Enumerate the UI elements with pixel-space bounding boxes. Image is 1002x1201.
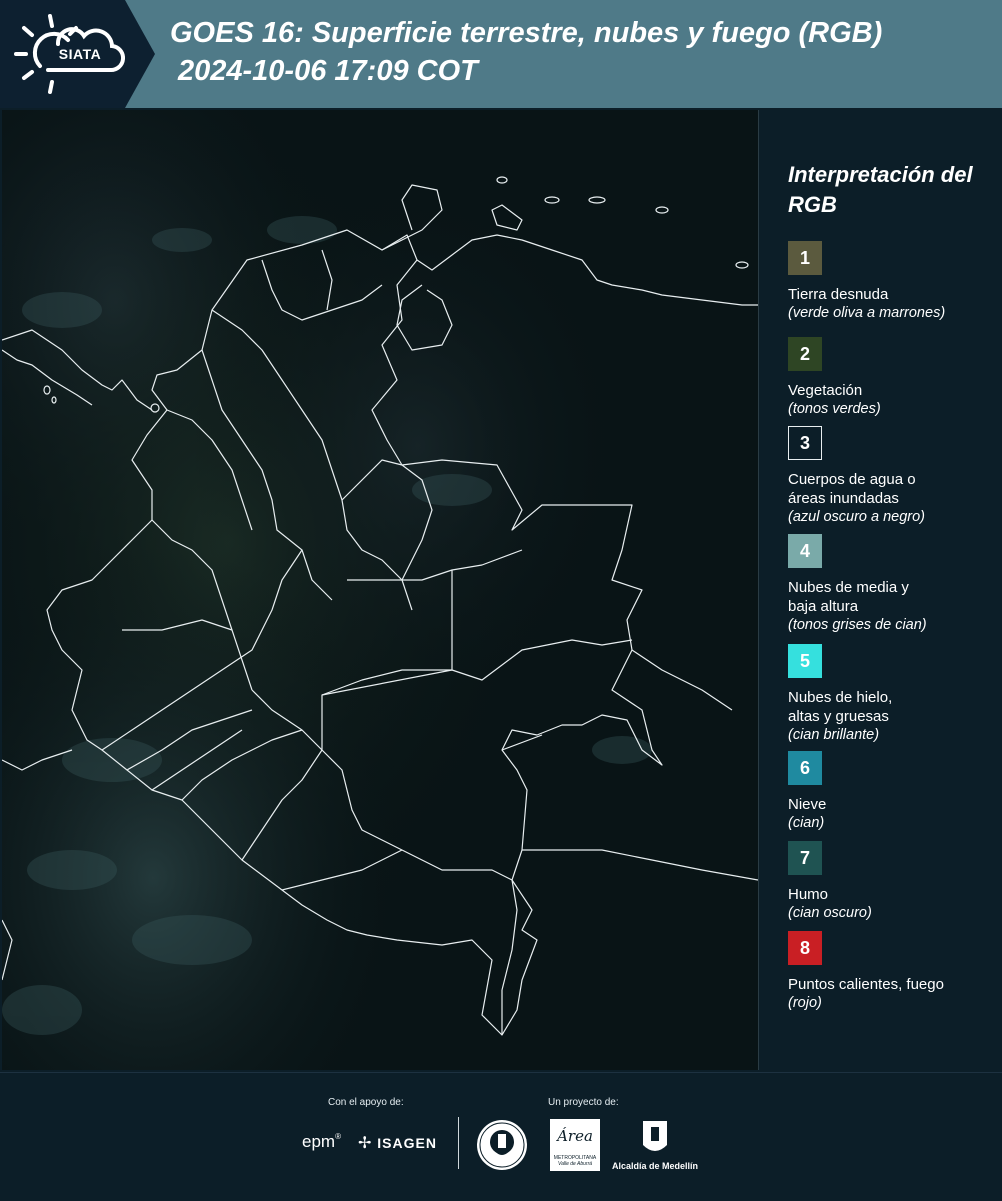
legend-label: Vegetación	[788, 382, 863, 399]
area-logo-title: Área	[557, 1127, 593, 1145]
epm-logo-text: epm	[302, 1132, 336, 1151]
legend-desc: (tonos grises de cian)	[788, 617, 927, 633]
area-logo-sub2: Valle de Aburrá	[557, 1161, 593, 1167]
isagen-star-icon: ✢	[358, 1135, 373, 1152]
legend-item-6: 6 Nieve (cian)	[788, 751, 998, 833]
legend-item-5: 5 Nubes de hielo, altas y gruesas (cian br…	[788, 644, 998, 745]
legend-swatch: 5	[788, 644, 822, 678]
siata-logo[interactable]: SIATA	[0, 0, 155, 108]
medellin-logo[interactable]: Alcaldía de Medellín	[612, 1161, 698, 1171]
legend-desc: (verde oliva a marrones)	[788, 305, 946, 321]
project-label: Un proyecto de:	[548, 1097, 619, 1108]
isagen-logo[interactable]: ✢ ISAGEN	[358, 1133, 437, 1153]
satellite-map[interactable]	[2, 110, 759, 1070]
legend-label: Puntos calientes, fuego	[788, 976, 944, 993]
title-product: GOES 16: Superficie terrestre, nubes y f…	[170, 17, 883, 49]
legend-desc: (azul oscuro a negro)	[788, 509, 926, 525]
legend-title: Interpretación del RGB	[788, 162, 973, 217]
legend-item-3: 3 Cuerpos de agua o áreas inundadas (azul …	[788, 426, 998, 527]
legend-label: Nubes de hielo, altas y gruesas	[788, 689, 893, 725]
legend-item-1: 1 Tierra desnuda (verde oliva a marrones)	[788, 241, 998, 323]
legend-label: Tierra desnuda	[788, 286, 889, 303]
title-datetime: 2024-10-06 17:09 COT	[178, 55, 478, 87]
support-label: Con el apoyo de:	[328, 1097, 404, 1108]
legend-desc: (cian oscuro)	[788, 905, 872, 921]
legend-item-7: 7 Humo (cian oscuro)	[788, 841, 998, 923]
legend-item-8: 8 Puntos calientes, fuego (rojo)	[788, 931, 998, 1013]
legend-swatch: 3	[788, 426, 822, 460]
legend-swatch: 7	[788, 841, 822, 875]
legend-desc: (cian brillante)	[788, 727, 880, 743]
header-bar: SIATA GOES 16: Superficie terrestre, nub…	[0, 0, 1002, 108]
seal-logo[interactable]	[475, 1118, 529, 1172]
legend-label: Humo	[788, 886, 829, 903]
legend-item-2: 2 Vegetación (tonos verdes)	[788, 337, 998, 419]
page-title: GOES 16: Superficie terrestre, nubes y f…	[170, 14, 882, 90]
legend-swatch: 2	[788, 337, 822, 371]
area-metropolitana-logo[interactable]: Área METROPOLITANA Valle de Aburrá	[550, 1119, 600, 1171]
legend-swatch: 4	[788, 534, 822, 568]
medellin-shield-icon	[643, 1121, 667, 1151]
isagen-logo-text: ISAGEN	[377, 1135, 437, 1151]
legend-desc: (rojo)	[788, 995, 822, 1011]
legend-desc: (tonos verdes)	[788, 401, 881, 417]
legend-swatch: 8	[788, 931, 822, 965]
legend-swatch: 1	[788, 241, 822, 275]
epm-logo[interactable]: epm®	[302, 1132, 341, 1152]
footer-sponsors: Con el apoyo de: Un proyecto de: epm® ✢ …	[0, 1072, 1002, 1201]
legend-label: Cuerpos de agua o áreas inundadas	[788, 471, 916, 507]
legend-desc: (cian)	[788, 815, 825, 831]
legend-item-4: 4 Nubes de media y baja altura (tonos gris…	[788, 534, 998, 635]
siata-logo-text: SIATA	[58, 46, 102, 62]
rgb-legend: Interpretación del RGB	[788, 160, 998, 230]
legend-label: Nubes de media y baja altura	[788, 579, 909, 615]
legend-swatch: 6	[788, 751, 822, 785]
legend-label: Nieve	[788, 796, 827, 813]
footer-divider	[458, 1117, 459, 1169]
satellite-map-image	[2, 110, 758, 1070]
